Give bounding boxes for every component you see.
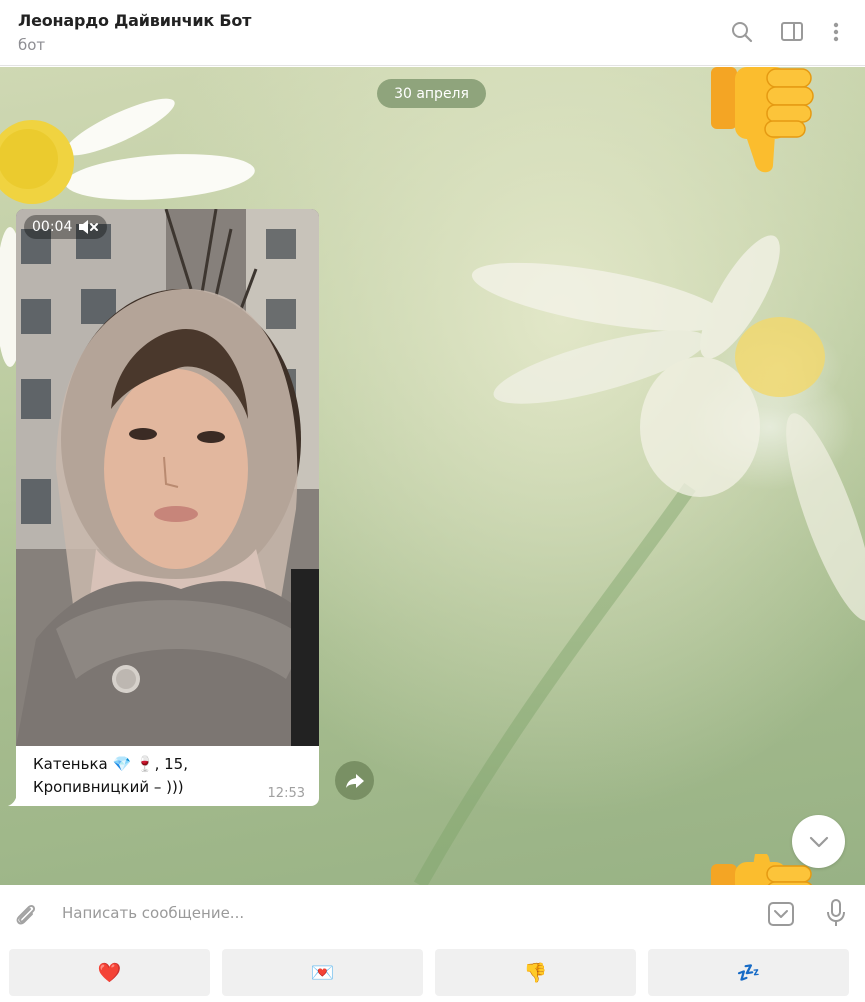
mute-icon (79, 220, 99, 234)
sidebar-toggle-icon (781, 22, 803, 41)
date-separator: 30 апреля (377, 79, 486, 108)
chat-title[interactable]: Леонардо Дайвинчик Бот (18, 11, 251, 30)
more-button[interactable] (821, 17, 851, 47)
microphone-icon (827, 899, 845, 926)
search-button[interactable] (727, 17, 757, 47)
bot-reply-keyboard: ❤️ 💌 👎 💤 (0, 941, 865, 1002)
keyboard-toggle-icon (768, 902, 794, 926)
keyboard-button-message[interactable]: 💌 (222, 949, 423, 996)
thumbs-down-sticker (711, 67, 814, 173)
message-time: 12:53 (267, 786, 305, 801)
video-duration-badge[interactable]: 00:04 (24, 215, 108, 239)
forward-button[interactable] (335, 761, 374, 800)
chat-header: Леонардо Дайвинчик Бот бот (0, 0, 865, 66)
video-frame-image (16, 209, 319, 746)
share-icon (345, 773, 364, 788)
more-vertical-icon (833, 22, 839, 42)
voice-record-button[interactable] (820, 897, 852, 929)
scroll-down-button[interactable] (792, 815, 845, 868)
video-duration: 00:04 (32, 219, 73, 235)
caption-line-2: Кропивницкий – ))) (33, 778, 184, 796)
message-composer (0, 885, 865, 941)
keyboard-button-dislike[interactable]: 👎 (435, 949, 636, 996)
message-caption: Катенька 💎 🍷, 15, Кропивницкий – ))) (33, 753, 273, 799)
chat-area[interactable]: 30 апреля 00:04 Катенька 💎 🍷, 15, Кропив… (0, 67, 865, 885)
caption-line-1: Катенька 💎 🍷, 15, (33, 755, 188, 773)
bot-keyboard-toggle[interactable] (765, 898, 797, 930)
keyboard-button-like[interactable]: ❤️ (9, 949, 210, 996)
chat-subtitle: бот (18, 36, 46, 54)
message-input[interactable] (62, 899, 742, 927)
sidebar-toggle-button[interactable] (777, 17, 807, 47)
bubble-tail (8, 794, 17, 806)
attach-button[interactable] (10, 899, 42, 931)
video-preview[interactable]: 00:04 (16, 209, 319, 746)
search-icon (732, 22, 753, 43)
chevron-down-icon (809, 836, 828, 847)
paperclip-icon (16, 904, 36, 925)
keyboard-button-sleep[interactable]: 💤 (648, 949, 849, 996)
message-bubble[interactable]: 00:04 Катенька 💎 🍷, 15, Кропивницкий – )… (8, 209, 319, 806)
